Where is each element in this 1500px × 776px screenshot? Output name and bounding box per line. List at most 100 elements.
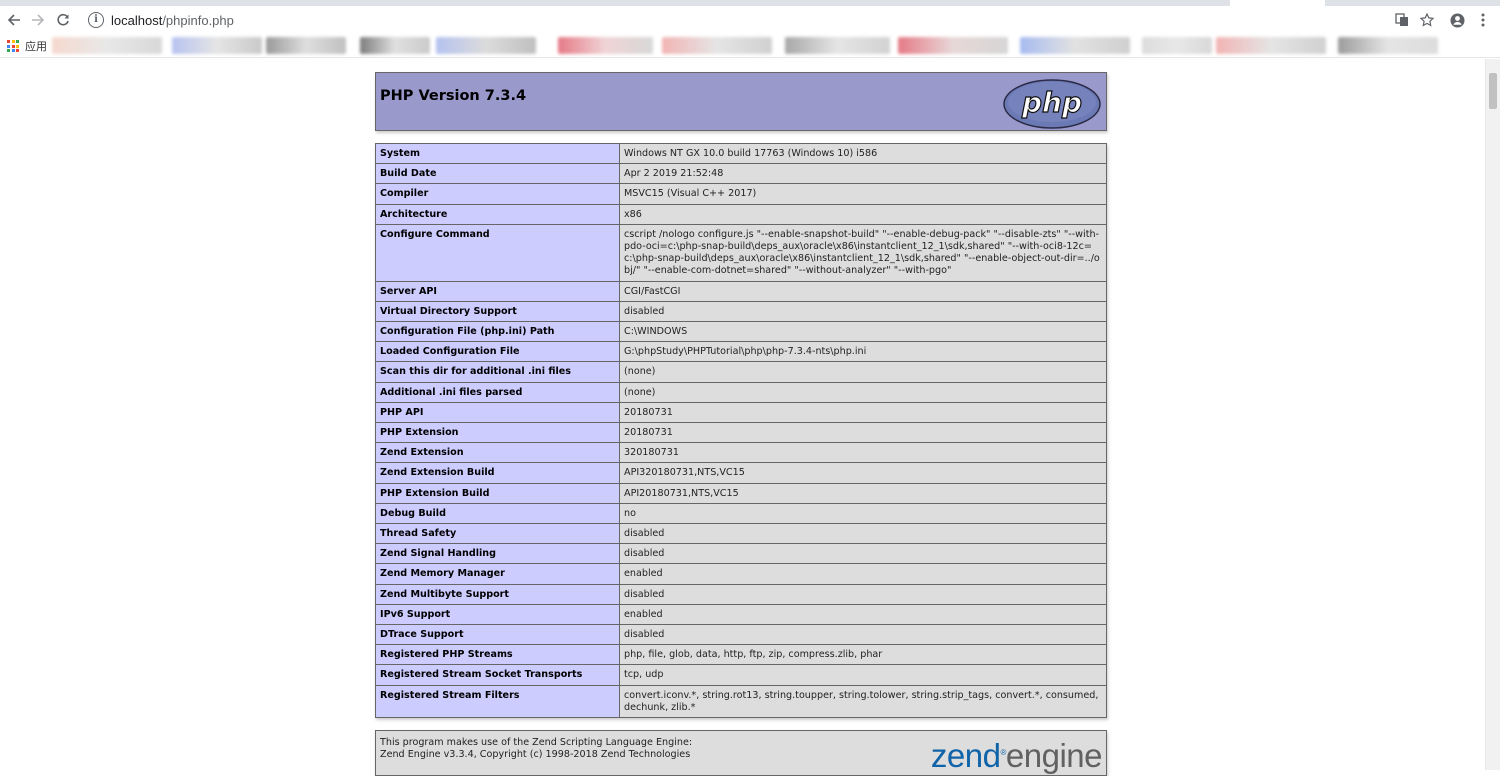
row-label: Zend Signal Handling [375,543,620,565]
bookmark-item[interactable] [1020,37,1130,54]
bookmark-item[interactable] [172,37,262,54]
table-row: Registered Stream Socket Transports tcp, … [375,664,1107,686]
table-row: Server API CGI/FastCGI [375,280,1107,302]
row-value: (none) [619,381,1107,403]
row-label: System [375,142,620,165]
row-label: Compiler [375,183,620,205]
back-icon[interactable] [4,10,24,30]
row-value: G:\phpStudy\PHPTutorial\php\php-7.3.4-nt… [619,341,1107,363]
row-value: x86 [619,203,1107,225]
bookmark-item[interactable] [52,37,162,54]
account-icon[interactable] [1448,10,1466,30]
php-logo-text: php [1021,86,1082,119]
row-label: Build Date [375,163,620,185]
row-label: PHP Extension [375,422,620,444]
row-label: Scan this dir for additional .ini files [375,361,620,383]
bookmark-item[interactable] [558,37,653,54]
row-label: Virtual Directory Support [375,300,620,323]
row-value: no [619,502,1107,525]
table-row: IPv6 Support enabled [375,603,1107,626]
reload-icon[interactable] [53,10,73,30]
row-value: disabled [619,624,1107,646]
table-row: Zend Extension 320180731 [375,442,1107,464]
table-row: System Windows NT GX 10.0 build 17763 (Wi… [375,142,1107,165]
table-row: PHP Extension Build API20180731,NTS,VC15 [375,482,1107,504]
translate-icon[interactable] [1393,10,1411,30]
bookmark-item[interactable] [785,37,890,54]
menu-icon[interactable] [1474,10,1492,30]
scrollbar-thumb[interactable] [1489,73,1497,109]
bookmarks-bar: 应用 [0,34,1500,58]
bookmark-item[interactable] [1216,37,1326,54]
row-label: Registered PHP Streams [375,644,620,666]
bookmark-item[interactable] [662,37,772,54]
forward-icon[interactable] [28,10,48,30]
row-label: PHP Extension Build [375,482,620,504]
zend-logo-engine-word: engine [1005,737,1103,775]
phpinfo-page: PHP Version 7.3.4 php System Windows NT G… [375,72,1107,776]
table-row: PHP Extension 20180731 [375,422,1107,444]
row-label: Zend Extension Build [375,462,620,484]
zend-line-2: Zend Engine v3.3.4, Copyright (c) 1998-2… [380,749,691,761]
apps-bookmark-label[interactable]: 应用 [25,38,47,54]
row-value: Windows NT GX 10.0 build 17763 (Windows … [619,142,1107,165]
row-label: Registered Stream Socket Transports [375,664,620,686]
row-value: disabled [619,300,1107,323]
table-row: Scan this dir for additional .ini files(… [375,361,1107,383]
zend-description: This program makes use of the Zend Scrip… [380,737,692,761]
row-label: Zend Memory Manager [375,563,620,585]
zend-engine-box: This program makes use of the Zend Scrip… [375,730,1107,776]
table-row: Zend Extension Build API320180731,NTS,VC1… [375,462,1107,484]
row-label: Zend Multibyte Support [375,583,620,605]
bookmark-item[interactable] [1142,37,1212,54]
row-value: 20180731 [619,422,1107,444]
bookmark-item[interactable] [360,37,430,54]
row-value: enabled [619,603,1107,626]
row-label: Debug Build [375,502,620,525]
row-value: convert.iconv.*, string.rot13, string.to… [619,684,1107,719]
table-row: Thread Safety disabled [375,523,1107,545]
page-scrollbar[interactable] [1485,59,1500,770]
row-label: Configure Command [375,223,620,282]
table-row: Compiler MSVC15 (Visual C++ 2017) [375,183,1107,205]
apps-icon[interactable] [7,40,19,52]
bookmark-item[interactable] [266,37,346,54]
info-icon[interactable]: i [88,12,104,28]
page-title: PHP Version 7.3.4 [380,88,527,104]
row-label: Thread Safety [375,523,620,545]
row-label: Server API [375,280,620,302]
row-label: Architecture [375,203,620,225]
php-logo-icon[interactable]: php [1002,78,1102,130]
bookmark-item[interactable] [436,37,536,54]
row-label: PHP API [375,401,620,424]
zend-logo-word: zend [930,737,1001,775]
table-row: Configuration File (php.ini) Path C:\WIND… [375,321,1107,343]
table-row: Architecture x86 [375,203,1107,225]
bookmark-item[interactable] [898,37,1008,54]
row-value: cscript /nologo configure.js "--enable-s… [619,223,1107,282]
table-row: Loaded Configuration File G:\phpStudy\PHP… [375,341,1107,363]
bookmark-item[interactable] [1338,37,1438,54]
row-value: API320180731,NTS,VC15 [619,462,1107,484]
row-value: 320180731 [619,442,1107,464]
row-value: (none) [619,361,1107,383]
table-row: Virtual Directory Support disabled [375,300,1107,323]
row-value: API20180731,NTS,VC15 [619,482,1107,504]
row-value: disabled [619,583,1107,605]
row-value: C:\WINDOWS [619,321,1107,343]
row-value: tcp, udp [619,664,1107,686]
row-value: CGI/FastCGI [619,280,1107,302]
zend-line-1: This program makes use of the Zend Scrip… [380,737,693,749]
row-label: DTrace Support [375,624,620,646]
browser-toolbar: i localhost/phpinfo.php [0,6,1500,34]
row-value: Apr 2 2019 21:52:48 [619,163,1107,185]
table-row: Registered Stream Filters convert.iconv.*… [375,684,1107,719]
table-row: Debug Build no [375,502,1107,525]
star-icon[interactable] [1418,10,1436,30]
row-label: Registered Stream Filters [375,684,620,719]
url-text: localhost/phpinfo.php [111,12,234,28]
zend-engine-logo-icon[interactable]: zend®engine [930,735,1103,775]
row-label: Loaded Configuration File [375,341,620,363]
address-bar[interactable]: i localhost/phpinfo.php [80,8,1390,32]
table-row: Configure Command cscript /nologo configu… [375,223,1107,282]
